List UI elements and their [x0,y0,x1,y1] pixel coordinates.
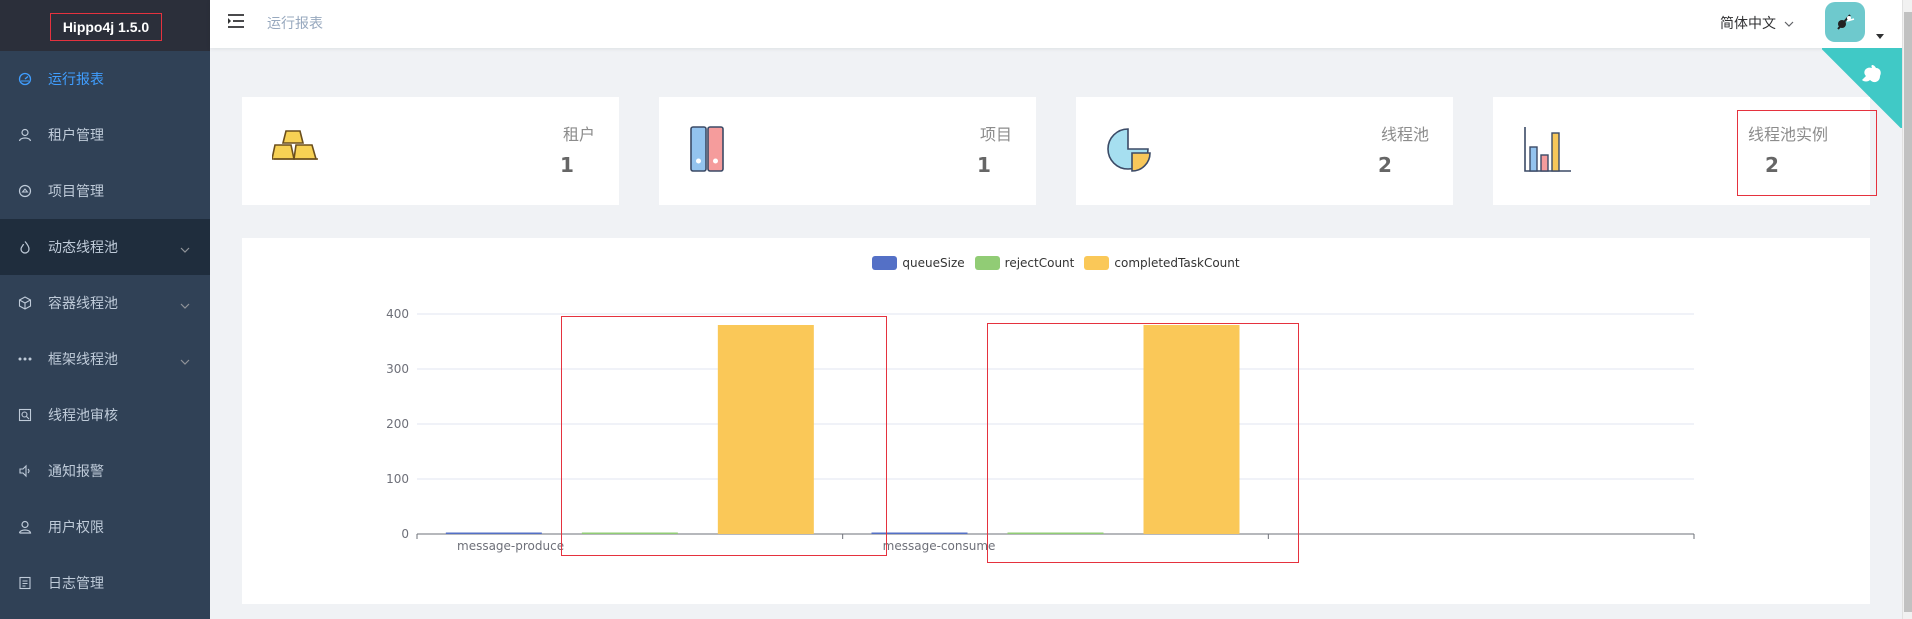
sidebar-item-container-pool[interactable]: 容器线程池 [0,275,210,331]
gold-bars-icon [271,125,320,169]
pie-chart-icon [1106,125,1154,177]
x-tick-label: message-consume [883,539,996,553]
stat-card-project[interactable]: 项目 1 [659,97,1036,205]
sidebar-item-log[interactable]: 日志管理 [0,555,210,611]
chevron-down-icon [180,241,190,257]
y-tick-label: 0 [401,527,409,541]
breadcrumb: 运行报表 [267,16,323,32]
stat-value: 1 [977,153,991,177]
sidebar-item-label: 框架线程池 [48,352,118,368]
chevron-down-icon [1784,15,1794,31]
project-icon [18,184,32,198]
sidebar-item-label: 动态线程池 [48,240,118,256]
stat-value: 2 [1378,153,1392,177]
more-icon [18,352,32,366]
dashboard-icon [18,72,32,86]
speaker-icon [18,464,32,478]
y-tick-label: 300 [386,362,409,376]
stat-value: 1 [560,153,574,177]
user-icon [18,128,32,142]
flame-icon [18,240,32,254]
sidebar-item-label: 日志管理 [48,576,104,592]
app-logo[interactable]: Hippo4j 1.5.0 [50,13,162,41]
sidebar-item-label: 项目管理 [48,184,104,200]
sidebar-item-project[interactable]: 项目管理 [0,163,210,219]
y-tick-label: 200 [386,417,409,431]
bar-chart-icon [1523,125,1573,177]
chevron-down-icon [180,353,190,369]
caret-down-icon[interactable] [1876,25,1884,44]
sidebar-item-label: 用户权限 [48,520,104,536]
sidebar-menu: 运行报表 租户管理 项目管理 动态线程池 容器线程池 框架线程池 线程池审核 通… [0,51,210,611]
sidebar-item-framework-pool[interactable]: 框架线程池 [0,331,210,387]
sidebar-item-label: 运行报表 [48,72,104,88]
bar-queueSize [445,532,542,534]
sidebar-item-dynamic-pool[interactable]: 动态线程池 [0,219,210,275]
cube-icon [18,296,32,310]
top-navbar: 运行报表 简体中文 [210,0,1912,48]
stat-card-tenant[interactable]: 租户 1 [242,97,619,205]
log-icon [18,576,32,590]
x-tick-label: message-produce [457,539,564,553]
y-tick-label: 400 [386,307,409,321]
stat-label: 线程池 [1380,125,1429,144]
logo-bar: Hippo4j 1.5.0 [0,0,210,51]
stat-card-thread-pool[interactable]: 线程池 2 [1076,97,1453,205]
sidebar-item-audit[interactable]: 线程池审核 [0,387,210,443]
y-tick-label: 100 [386,472,409,486]
sidebar-item-report[interactable]: 运行报表 [0,51,210,107]
sidebar-item-label: 通知报警 [48,464,104,480]
page-scrollbar[interactable] [1902,0,1912,619]
sidebar-item-notify[interactable]: 通知报警 [0,443,210,499]
sidebar: Hippo4j 1.5.0 运行报表 租户管理 项目管理 动态线程池 容器线程池… [0,0,210,619]
chevron-down-icon [180,297,190,313]
sidebar-item-label: 容器线程池 [48,296,118,312]
sidebar-item-user-permission[interactable]: 用户权限 [0,499,210,555]
sidebar-item-label: 租户管理 [48,128,104,144]
highlight-box [987,323,1299,563]
highlight-box [561,316,887,556]
sidebar-item-label: 线程池审核 [48,408,118,424]
avatar[interactable] [1825,2,1865,42]
language-selector[interactable]: 简体中文 [1720,13,1794,33]
stat-label: 租户 [562,125,595,144]
binders-icon [689,125,729,177]
stat-label: 项目 [979,125,1012,144]
sidebar-item-tenant[interactable]: 租户管理 [0,107,210,163]
language-label: 简体中文 [1720,16,1776,32]
person-icon [18,520,32,534]
audit-icon [18,408,32,422]
hamburger-menu-icon[interactable] [227,13,245,33]
highlight-box [1737,110,1877,196]
